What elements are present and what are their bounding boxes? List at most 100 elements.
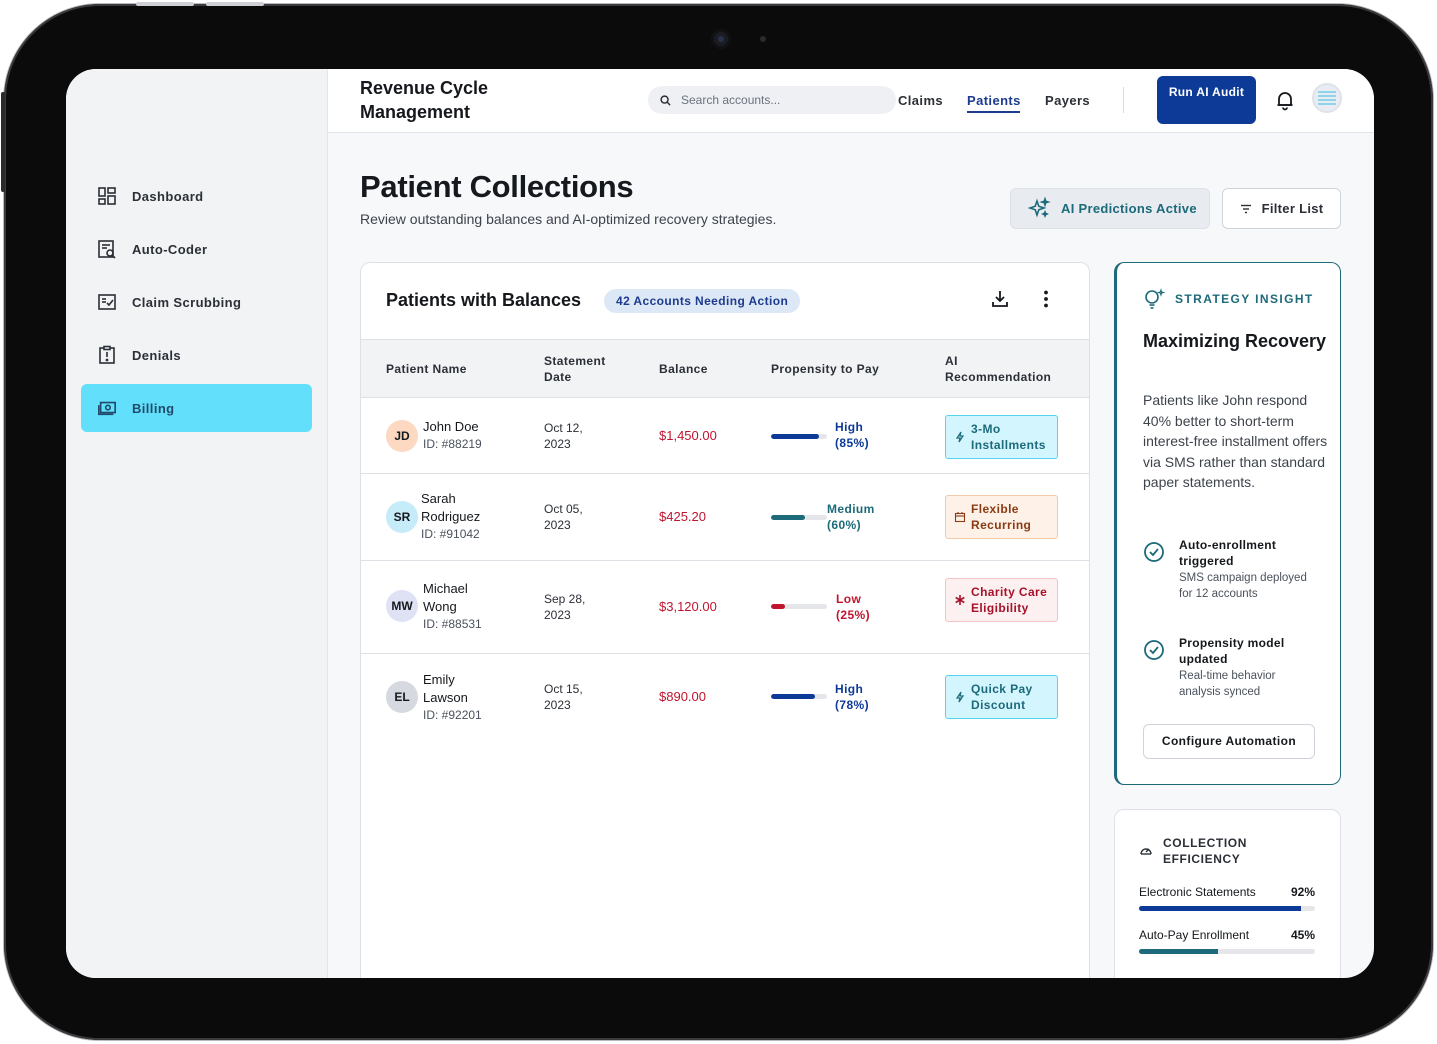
balance-amount: $425.20 <box>659 509 706 524</box>
efficiency-metric: Electronic Statements 92% <box>1139 885 1315 915</box>
propensity-label: Low (25%) <box>836 592 871 622</box>
insight-item-title: Propensity model updated <box>1179 636 1285 666</box>
sidebar-item-label: Dashboard <box>132 188 204 204</box>
sidebar-item-label: Auto-Coder <box>132 241 208 257</box>
metric-label: Electronic Statements <box>1139 885 1256 899</box>
patient-avatar: EL <box>386 681 418 713</box>
bell-icon[interactable] <box>1274 89 1296 111</box>
metric-percent: 92% <box>1290 885 1315 899</box>
table-row[interactable]: EL Emily Lawson ID: #92201 Oct 15, 2023 … <box>361 654 1089 744</box>
statement-date: Oct 05, 2023 <box>544 502 583 532</box>
sidebar-item-label: Claim Scrubbing <box>132 294 242 310</box>
denials-icon <box>97 345 117 365</box>
gauge-icon <box>1139 844 1153 858</box>
sidebar-item-label: Denials <box>132 347 182 363</box>
sidebar-item-label: Billing <box>132 400 175 416</box>
configure-automation-button[interactable]: Configure Automation <box>1143 724 1315 759</box>
claim-scrubbing-icon <box>97 292 117 312</box>
sidebar-item-claim-scrubbing[interactable]: Claim Scrubbing <box>81 278 312 326</box>
patient-id: ID: #88531 <box>423 617 482 631</box>
propensity-bar <box>771 515 827 520</box>
side-button <box>1 92 5 192</box>
column-header[interactable]: Patient Name <box>386 361 467 377</box>
volume-button <box>206 2 264 6</box>
filter-icon <box>1240 204 1252 214</box>
strategy-insight-card: STRATEGY INSIGHT Maximizing Recovery Pat… <box>1114 262 1341 785</box>
insight-item-title: Auto-enrollment triggered <box>1179 538 1277 568</box>
recommendation-tag[interactable]: 3-Mo Installments <box>945 415 1058 459</box>
insight-item-detail: SMS campaign deployed for 12 accounts <box>1179 572 1307 600</box>
patient-avatar: SR <box>386 501 418 533</box>
collection-efficiency-card: COLLECTION EFFICIENCY Electronic Stateme… <box>1114 809 1341 978</box>
sidebar-nav: Dashboard Auto-Coder Claim Scrubbing Den… <box>81 172 312 437</box>
billing-icon <box>97 398 117 418</box>
auto-coder-icon <box>97 239 117 259</box>
camera <box>711 29 731 49</box>
table-row[interactable]: JD John Doe ID: #88219 Oct 12, 2023 $1,4… <box>361 398 1089 474</box>
table-row[interactable]: MW Michael Wong ID: #88531 Sep 28, 2023 … <box>361 561 1089 654</box>
patient-name: John Doe <box>423 419 479 434</box>
propensity-bar <box>771 694 827 699</box>
statement-date: Oct 15, 2023 <box>544 682 583 712</box>
efficiency-header: COLLECTION EFFICIENCY <box>1139 835 1263 867</box>
lightbulb-icon <box>1143 288 1167 310</box>
propensity-bar <box>771 434 827 439</box>
filter-list-button[interactable]: Filter List <box>1222 188 1341 229</box>
insight-header: STRATEGY INSIGHT <box>1143 288 1314 310</box>
recommendation-label: Quick Pay Discount <box>971 682 1033 712</box>
run-ai-audit-button[interactable]: Run AI Audit <box>1157 76 1256 124</box>
patient-id: ID: #88219 <box>423 437 482 451</box>
recommendation-tag[interactable]: Charity Care Eligibility <box>945 578 1058 622</box>
insight-label: STRATEGY INSIGHT <box>1175 292 1314 306</box>
ai-predictions-label: AI Predictions Active <box>1061 201 1197 216</box>
patient-name-cell: Michael Wong ID: #88531 <box>423 580 503 632</box>
sidebar-item-auto-coder[interactable]: Auto-Coder <box>81 225 312 273</box>
balance-amount: $3,120.00 <box>659 599 717 614</box>
ai-predictions-chip[interactable]: AI Predictions Active <box>1010 188 1210 229</box>
patient-name: Sarah Rodriguez <box>421 491 481 524</box>
efficiency-label: COLLECTION EFFICIENCY <box>1163 836 1247 866</box>
patient-id: ID: #91042 <box>421 527 480 541</box>
recommendation-label: Flexible Recurring <box>971 502 1032 532</box>
top-header: Revenue Cycle Management Claims Patients… <box>328 69 1374 133</box>
balance-amount: $1,450.00 <box>659 428 717 443</box>
recommendation-tag[interactable]: Quick Pay Discount <box>945 675 1058 719</box>
sparkle-icon <box>1027 196 1051 221</box>
propensity-label: Medium (60%) <box>827 502 875 532</box>
efficiency-metric: Auto-Pay Enrollment 45% <box>1139 928 1315 958</box>
column-header[interactable]: Balance <box>659 361 708 377</box>
column-header[interactable]: Propensity to Pay <box>771 361 879 377</box>
recommendation-label: Charity Care Eligibility <box>971 585 1048 615</box>
statement-date: Oct 12, 2023 <box>544 421 583 451</box>
propensity-label: High (85%) <box>835 420 870 450</box>
balance-amount: $890.00 <box>659 689 706 704</box>
app-title: Revenue Cycle Management <box>360 78 489 122</box>
column-header[interactable]: AI Recommendation <box>945 353 1065 385</box>
patient-avatar: MW <box>386 590 418 622</box>
download-icon[interactable] <box>989 288 1011 310</box>
patient-avatar: JD <box>386 420 418 452</box>
table-row[interactable]: SR Sarah Rodriguez ID: #91042 Oct 05, 20… <box>361 474 1089 561</box>
user-avatar[interactable] <box>1312 83 1342 113</box>
bolt-icon <box>954 691 966 703</box>
search-bar[interactable] <box>648 86 896 114</box>
tab-claims[interactable]: Claims <box>898 93 943 108</box>
check-circle-icon <box>1143 541 1165 563</box>
sidebar-item-denials[interactable]: Denials <box>81 331 312 379</box>
column-header[interactable]: Statement Date <box>544 353 624 385</box>
search-input[interactable] <box>681 93 871 107</box>
sidebar-item-billing[interactable]: Billing <box>81 384 312 432</box>
table-title: Patients with Balances <box>386 290 582 310</box>
tab-patients[interactable]: Patients <box>967 93 1021 108</box>
more-options-icon[interactable] <box>1035 288 1057 310</box>
propensity-label: High (78%) <box>835 682 870 712</box>
recommendation-tag[interactable]: Flexible Recurring <box>945 495 1058 539</box>
statement-date: Sep 28, 2023 <box>544 592 586 622</box>
insight-item: Auto-enrollment triggered SMS campaign d… <box>1143 537 1333 617</box>
metric-label: Auto-Pay Enrollment <box>1139 928 1250 942</box>
sidebar-item-dashboard[interactable]: Dashboard <box>81 172 312 220</box>
tab-payers[interactable]: Payers <box>1045 93 1090 108</box>
patient-name-cell: John Doe ID: #88219 <box>423 418 482 452</box>
metric-bar <box>1139 949 1315 954</box>
volume-button <box>136 2 194 6</box>
